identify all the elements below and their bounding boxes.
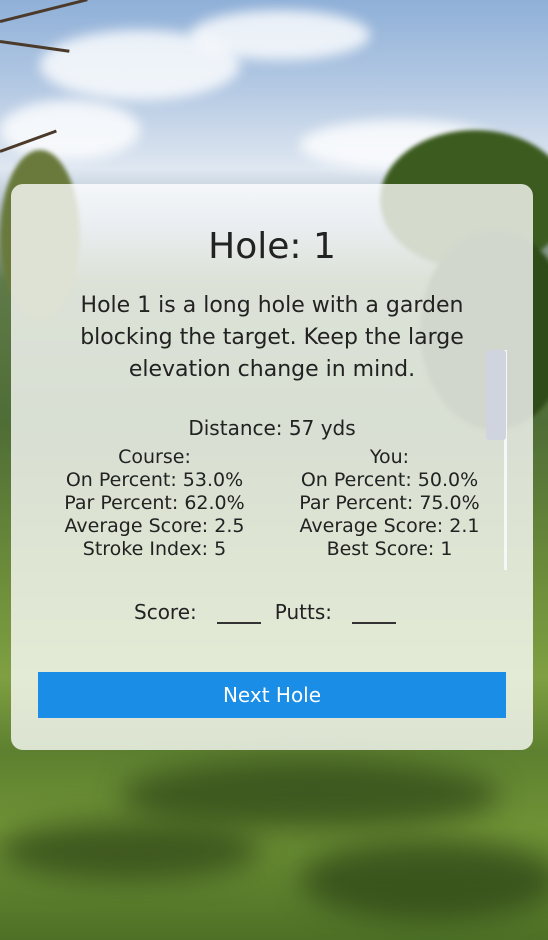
player-stats: You: On Percent: 50.0% Par Percent: 75.0… bbox=[272, 446, 507, 561]
course-stats-header: Course: bbox=[118, 446, 191, 468]
hole-info-card: Hole: 1 Hole 1 is a long hole with a gar… bbox=[11, 184, 533, 750]
player-on-percent: On Percent: 50.0% bbox=[300, 469, 479, 491]
hole-title: Hole: 1 bbox=[208, 226, 336, 267]
score-entry-row: Score: Putts: bbox=[11, 600, 533, 624]
player-average-score: Average Score: 2.1 bbox=[299, 515, 480, 537]
course-stats: Course: On Percent: 53.0% Par Percent: 6… bbox=[37, 446, 272, 561]
putts-label: Putts: bbox=[274, 600, 332, 624]
fairway-shadow bbox=[300, 840, 548, 920]
score-input[interactable] bbox=[216, 606, 261, 624]
score-label: Score: bbox=[134, 600, 197, 624]
hole-description: Hole 1 is a long hole with a garden bloc… bbox=[80, 293, 464, 382]
app-screen: Hole: 1 Hole 1 is a long hole with a gar… bbox=[0, 0, 548, 940]
background-cloud bbox=[0, 100, 140, 160]
background-cloud bbox=[190, 10, 370, 60]
fairway-shadow bbox=[120, 760, 500, 830]
player-par-percent: Par Percent: 75.0% bbox=[299, 492, 480, 514]
background-branch bbox=[0, 0, 88, 23]
fairway-shadow bbox=[0, 820, 260, 880]
next-hole-button[interactable]: Next Hole bbox=[38, 672, 506, 718]
course-par-percent: Par Percent: 62.0% bbox=[64, 492, 245, 514]
hole-distance: Distance: 57 yds bbox=[188, 416, 356, 440]
course-average-score: Average Score: 2.5 bbox=[64, 515, 245, 537]
course-on-percent: On Percent: 53.0% bbox=[65, 469, 244, 491]
course-stroke-index: Stroke Index: 5 bbox=[82, 538, 227, 560]
putts-input[interactable] bbox=[352, 606, 396, 624]
player-stats-header: You: bbox=[369, 446, 410, 468]
player-best-score: Best Score: 1 bbox=[326, 538, 453, 560]
stats-panel: Course: On Percent: 53.0% Par Percent: 6… bbox=[37, 446, 507, 561]
